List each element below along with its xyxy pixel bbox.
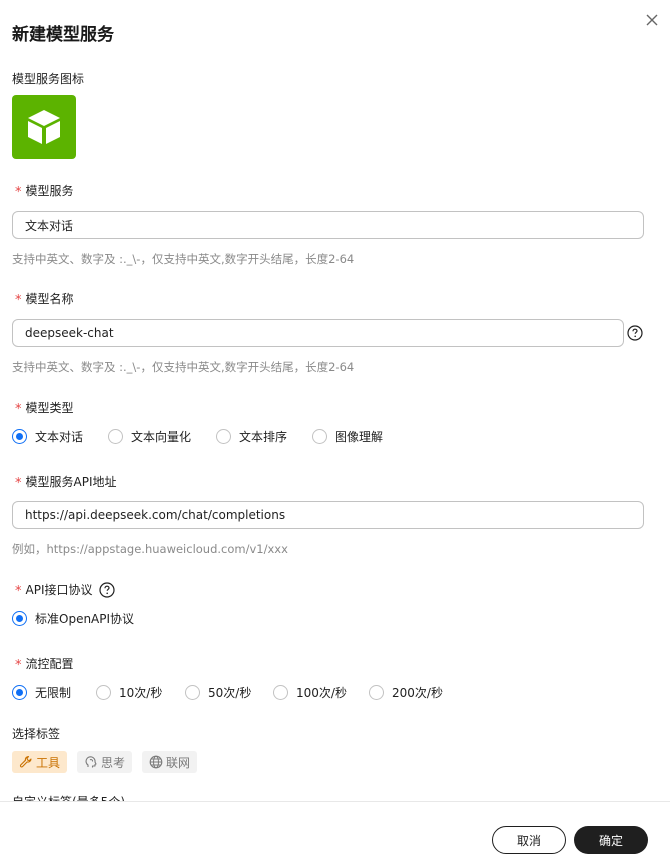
close-icon[interactable] bbox=[645, 13, 659, 27]
custom-tags-field-label-text: 自定义标签(最多5个) bbox=[12, 793, 125, 801]
radio-type-image-understanding[interactable]: 图像理解 bbox=[312, 428, 402, 445]
radio-label: 50次/秒 bbox=[208, 686, 252, 700]
name-field-label-text: 模型名称 bbox=[25, 292, 74, 306]
rate-limit-radio-group: 无限制 10次/秒 50次/秒 100次/秒 200次/秒 bbox=[12, 684, 459, 701]
api-field-label-text: 模型服务API地址 bbox=[25, 475, 117, 489]
model-service-input[interactable]: 文本对话 bbox=[12, 211, 644, 239]
radio-rate-10[interactable]: 10次/秒 bbox=[96, 684, 185, 701]
radio-type-text-embedding[interactable]: 文本向量化 bbox=[108, 428, 216, 445]
globe-icon bbox=[149, 755, 163, 769]
radio-rate-unlimited[interactable]: 无限制 bbox=[12, 684, 96, 701]
radio-dot bbox=[216, 429, 231, 444]
radio-dot bbox=[369, 685, 384, 700]
radio-dot bbox=[96, 685, 111, 700]
cube-icon bbox=[28, 110, 60, 144]
question-circle-icon[interactable] bbox=[627, 325, 643, 341]
custom-tags-field-label: 自定义标签(最多5个) bbox=[12, 793, 125, 801]
wrench-icon bbox=[19, 755, 32, 768]
tags-field-label: 选择标签 bbox=[12, 725, 60, 742]
tag-internet[interactable]: 联网 bbox=[142, 751, 198, 773]
tag-label: 思考 bbox=[101, 755, 126, 770]
name-field-label: * 模型名称 bbox=[12, 290, 74, 308]
type-field-label-text: 模型类型 bbox=[25, 401, 74, 415]
tag-label: 工具 bbox=[36, 755, 61, 770]
name-field-hint: 支持中英文、数字及 :._\-，仅支持中英文,数字开头结尾，长度2-64 bbox=[12, 360, 355, 374]
radio-dot bbox=[185, 685, 200, 700]
radio-type-text-rerank[interactable]: 文本排序 bbox=[216, 428, 312, 445]
radio-label: 标准OpenAPI协议 bbox=[35, 612, 135, 626]
service-field-hint: 支持中英文、数字及 :._\-，仅支持中英文,数字开头结尾，长度2-64 bbox=[12, 252, 355, 266]
radio-dot bbox=[12, 611, 27, 626]
radio-protocol-openapi[interactable]: 标准OpenAPI协议 bbox=[12, 610, 134, 627]
required-asterisk: * bbox=[15, 293, 22, 308]
required-asterisk: * bbox=[15, 185, 22, 200]
protocol-field-label: * API接口协议 bbox=[12, 581, 115, 599]
radio-dot bbox=[12, 429, 27, 444]
api-field-label: * 模型服务API地址 bbox=[12, 473, 117, 491]
rate-field-label-text: 流控配置 bbox=[25, 657, 74, 671]
dialog-body: 模型服务图标 * 模型服务 文本对话 支持中英文、数字及 :._\-，仅支持中英… bbox=[0, 60, 670, 801]
radio-dot bbox=[273, 685, 288, 700]
radio-rate-100[interactable]: 100次/秒 bbox=[273, 684, 369, 701]
tag-list: 工具 思考 联网 bbox=[12, 751, 198, 773]
model-service-input-value: 文本对话 bbox=[25, 218, 74, 233]
radio-label: 10次/秒 bbox=[119, 686, 163, 700]
model-name-input[interactable]: deepseek-chat bbox=[12, 319, 624, 347]
dialog-title: 新建模型服务 bbox=[12, 25, 114, 45]
radio-rate-200[interactable]: 200次/秒 bbox=[369, 684, 459, 701]
icon-section-label-text: 模型服务图标 bbox=[12, 72, 85, 86]
rate-field-label: * 流控配置 bbox=[12, 655, 74, 673]
model-name-input-value: deepseek-chat bbox=[25, 326, 114, 340]
radio-label: 无限制 bbox=[35, 686, 72, 700]
model-type-radio-group: 文本对话 文本向量化 文本排序 图像理解 bbox=[12, 428, 402, 445]
required-asterisk: * bbox=[15, 658, 22, 673]
cancel-button[interactable]: 取消 bbox=[492, 826, 566, 854]
tag-label: 联网 bbox=[166, 755, 191, 770]
required-asterisk: * bbox=[15, 402, 22, 417]
type-field-label: * 模型类型 bbox=[12, 399, 74, 417]
tags-field-label-text: 选择标签 bbox=[12, 727, 61, 741]
required-asterisk: * bbox=[15, 584, 22, 599]
protocol-radio-group: 标准OpenAPI协议 bbox=[12, 610, 134, 627]
icon-section-label: 模型服务图标 bbox=[12, 70, 84, 87]
model-service-icon-picker[interactable] bbox=[12, 95, 76, 159]
radio-label: 文本向量化 bbox=[131, 430, 192, 444]
radio-dot bbox=[312, 429, 327, 444]
api-url-input[interactable]: https://api.deepseek.com/chat/completion… bbox=[12, 501, 644, 529]
radio-label: 100次/秒 bbox=[296, 686, 347, 700]
radio-label: 文本排序 bbox=[239, 430, 288, 444]
radio-label: 图像理解 bbox=[335, 430, 384, 444]
tag-think[interactable]: 思考 bbox=[77, 751, 133, 773]
api-url-input-value: https://api.deepseek.com/chat/completion… bbox=[25, 508, 286, 522]
radio-label: 文本对话 bbox=[35, 430, 84, 444]
dialog-footer: 取消 确定 bbox=[0, 801, 670, 861]
radio-type-text-chat[interactable]: 文本对话 bbox=[12, 428, 108, 445]
radio-label: 200次/秒 bbox=[392, 686, 443, 700]
tag-tool[interactable]: 工具 bbox=[12, 751, 68, 773]
brain-icon bbox=[85, 756, 97, 768]
service-field-label: * 模型服务 bbox=[12, 182, 74, 200]
confirm-button[interactable]: 确定 bbox=[574, 826, 648, 854]
radio-dot bbox=[108, 429, 123, 444]
question-circle-icon[interactable] bbox=[98, 581, 115, 598]
required-asterisk: * bbox=[15, 476, 22, 491]
new-model-service-dialog: 新建模型服务 模型服务图标 * 模型服务 文本对话 支持中英文、数字及 :._\… bbox=[0, 0, 670, 861]
radio-rate-50[interactable]: 50次/秒 bbox=[185, 684, 273, 701]
protocol-field-label-text: API接口协议 bbox=[25, 583, 93, 597]
api-field-hint: 例如，https://appstage.huaweicloud.com/v1/x… bbox=[12, 542, 288, 556]
service-field-label-text: 模型服务 bbox=[25, 184, 74, 198]
radio-dot bbox=[12, 685, 27, 700]
